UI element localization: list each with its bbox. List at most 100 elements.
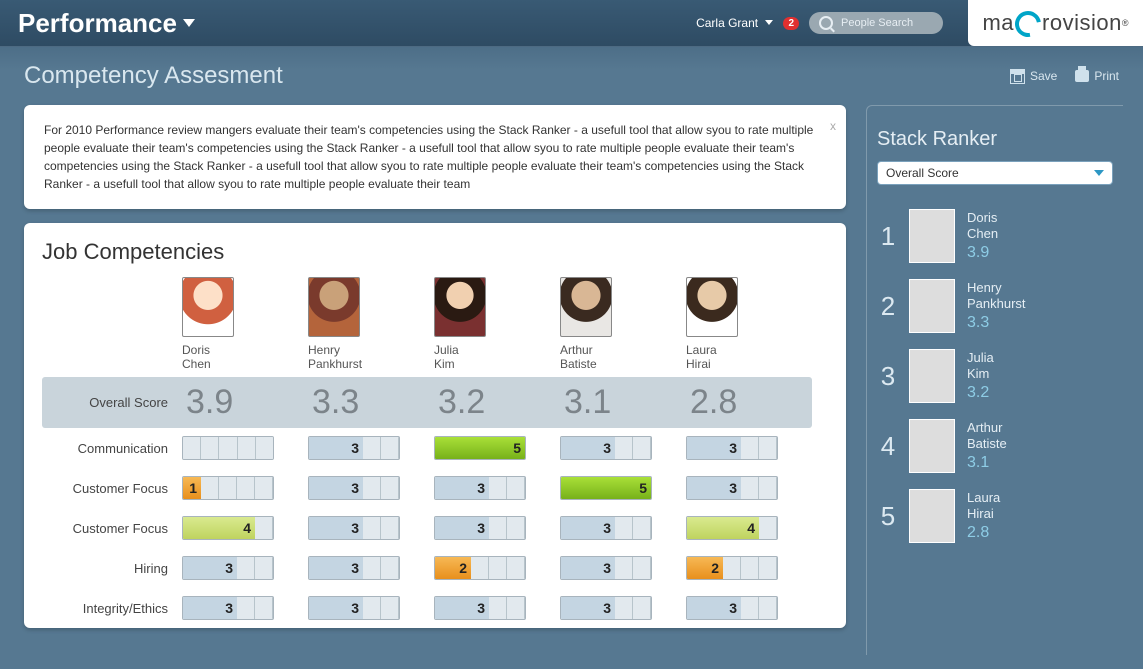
rank-first-name: Julia — [967, 350, 994, 366]
rank-item[interactable]: 3JuliaKim3.2 — [877, 341, 1113, 411]
score-value: 3 — [603, 600, 611, 616]
search-input[interactable] — [839, 16, 933, 30]
rank-item[interactable]: 2HenryPankhurst3.3 — [877, 271, 1113, 341]
brand-prefix: ma — [982, 10, 1014, 36]
chevron-down-icon — [765, 20, 773, 25]
score-bar[interactable]: 3 — [308, 516, 400, 540]
score-value: 3 — [477, 520, 485, 536]
avatar — [182, 277, 234, 337]
competency-label: Communication — [42, 441, 182, 456]
chevron-down-icon — [1094, 170, 1104, 176]
people-search[interactable] — [809, 12, 943, 34]
rank-first-name: Doris — [967, 210, 998, 226]
rank-first-name: Arthur — [967, 420, 1007, 436]
score-bar[interactable]: 3 — [560, 556, 652, 580]
rank-item[interactable]: 4 ArthurBatiste 3.1 — [877, 411, 1113, 481]
score-bar[interactable]: 5 — [434, 436, 526, 460]
avatar — [434, 277, 486, 337]
avatar — [909, 419, 955, 473]
score-bar[interactable]: 3 — [560, 596, 652, 620]
person-column[interactable]: ArthurBatiste — [560, 277, 686, 377]
overall-score-value: 3.1 — [560, 377, 686, 428]
competencies-panel: Job Competencies DorisChenHenryPankhurst… — [24, 223, 846, 628]
brand-c-icon — [1010, 6, 1046, 42]
rank-number: 3 — [879, 361, 897, 392]
save-button[interactable]: Save — [1010, 69, 1057, 84]
rank-score: 3.1 — [967, 454, 1007, 472]
app-menu[interactable]: Performance — [18, 8, 195, 39]
close-icon[interactable]: x — [830, 117, 836, 135]
score-bar[interactable]: 3 — [686, 596, 778, 620]
person-column[interactable]: DorisChen — [182, 277, 308, 377]
rank-item[interactable]: 1DorisChen3.9 — [877, 201, 1113, 271]
person-first-name: Laura — [686, 343, 717, 357]
print-button[interactable]: Print — [1075, 69, 1119, 84]
score-bar[interactable]: 2 — [686, 556, 778, 580]
score-bar[interactable]: 3 — [560, 516, 652, 540]
rank-first-name: Henry — [967, 280, 1026, 296]
score-bar[interactable]: 1 — [182, 476, 274, 500]
person-first-name: Julia — [434, 343, 459, 357]
person-column[interactable]: JuliaKim — [434, 277, 560, 377]
score-value: 2 — [711, 560, 719, 576]
rank-number: 4 — [879, 431, 897, 462]
competency-label: Customer Focus — [42, 481, 182, 496]
score-bar[interactable]: 3 — [434, 516, 526, 540]
score-value: 3 — [477, 600, 485, 616]
ranker-dropdown[interactable]: Overall Score — [877, 161, 1113, 185]
save-icon — [1010, 69, 1025, 84]
user-menu[interactable]: Carla Grant — [696, 16, 773, 30]
score-value: 3 — [477, 480, 485, 496]
score-bar[interactable]: 3 — [560, 436, 652, 460]
score-bar[interactable]: 4 — [182, 516, 274, 540]
ranker-title: Stack Ranker — [877, 128, 1113, 151]
avatar — [909, 349, 955, 403]
person-column[interactable]: HenryPankhurst — [308, 277, 434, 377]
score-bar[interactable]: 3 — [308, 436, 400, 460]
score-bar[interactable]: 3 — [686, 436, 778, 460]
panel-title: Job Competencies — [42, 239, 828, 265]
score-bar[interactable] — [182, 436, 274, 460]
rank-score: 3.2 — [967, 384, 994, 402]
person-column[interactable]: LauraHirai — [686, 277, 812, 377]
overall-score-value: 3.3 — [308, 377, 434, 428]
score-bar[interactable]: 2 — [434, 556, 526, 580]
person-last-name: Chen — [182, 357, 211, 371]
search-icon — [819, 16, 833, 30]
overall-score-value: 3.2 — [434, 377, 560, 428]
score-value: 3 — [225, 560, 233, 576]
notification-badge[interactable]: 2 — [783, 17, 799, 30]
score-bar[interactable]: 3 — [308, 476, 400, 500]
score-value: 3 — [603, 560, 611, 576]
rank-number: 2 — [879, 291, 897, 322]
rank-item[interactable]: 5LauraHirai2.8 — [877, 481, 1113, 551]
avatar — [686, 277, 738, 337]
score-value: 3 — [729, 480, 737, 496]
score-bar[interactable]: 3 — [434, 476, 526, 500]
score-bar[interactable]: 3 — [686, 476, 778, 500]
score-bar[interactable]: 3 — [182, 556, 274, 580]
rank-number: 1 — [879, 221, 897, 252]
top-bar: Performance Carla Grant 2 marovision® — [0, 0, 1143, 47]
avatar — [909, 279, 955, 333]
score-bar[interactable]: 5 — [560, 476, 652, 500]
competency-label: Hiring — [42, 561, 182, 576]
brand-suffix: rovision — [1042, 10, 1122, 36]
score-value: 4 — [243, 520, 251, 536]
score-value: 3 — [729, 440, 737, 456]
score-value: 1 — [189, 480, 197, 496]
app-title: Performance — [18, 8, 177, 39]
info-text: For 2010 Performance review mangers eval… — [44, 123, 813, 191]
person-first-name: Arthur — [560, 343, 593, 357]
page-title: Competency Assesment — [24, 62, 283, 90]
score-bar[interactable]: 4 — [686, 516, 778, 540]
score-bar[interactable]: 3 — [308, 596, 400, 620]
avatar — [909, 209, 955, 263]
score-value: 4 — [747, 520, 755, 536]
score-bar[interactable]: 3 — [308, 556, 400, 580]
avatar — [308, 277, 360, 337]
rank-last-name: Batiste — [967, 436, 1007, 452]
score-bar[interactable]: 3 — [434, 596, 526, 620]
score-value: 2 — [459, 560, 467, 576]
score-bar[interactable]: 3 — [182, 596, 274, 620]
